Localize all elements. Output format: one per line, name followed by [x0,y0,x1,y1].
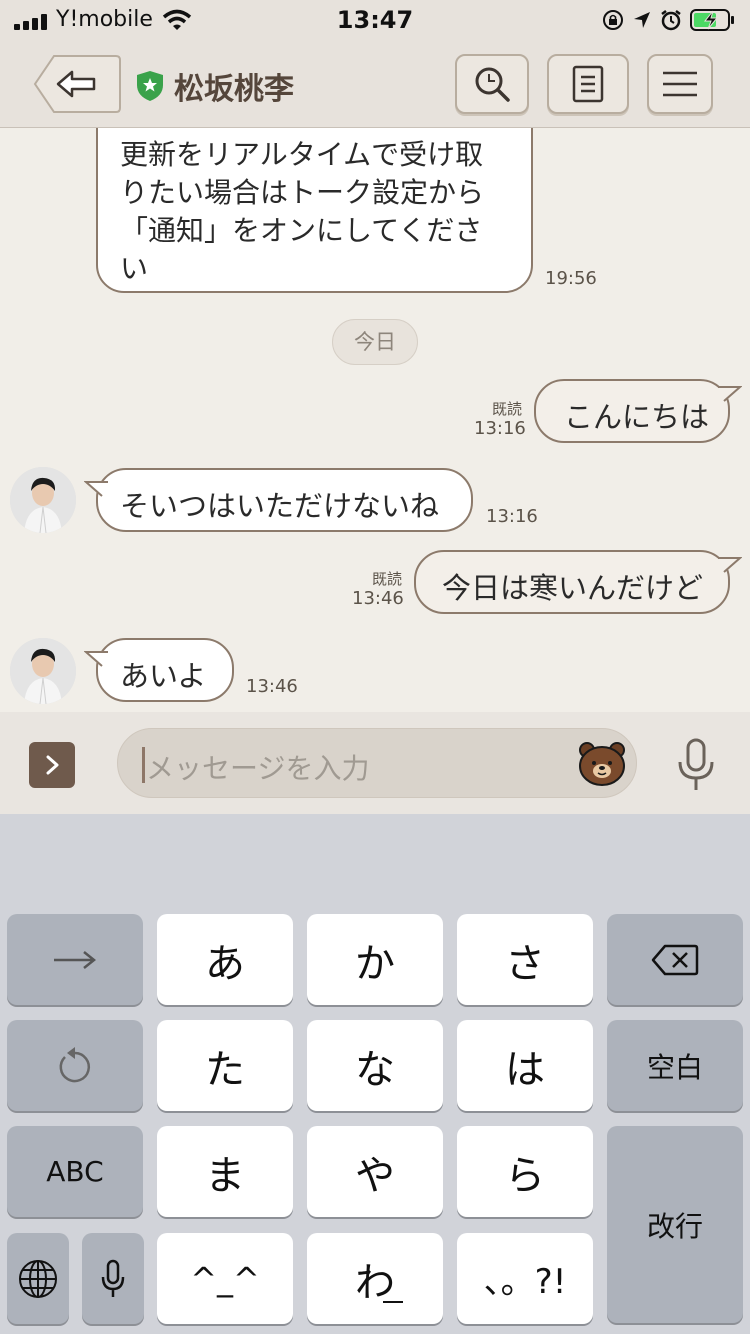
expand-button[interactable] [29,742,75,788]
message-time: 13:46 [352,588,404,609]
key-ra[interactable]: ら [457,1126,593,1217]
key-emoticon[interactable]: ^_^ [157,1233,293,1324]
date-separator: 今日 [332,319,418,365]
message-input[interactable]: メッセージを入力 [117,728,637,798]
notes-icon [572,65,604,103]
battery-charging-icon [690,9,734,31]
message-text: こんにちは [564,400,710,434]
message-bubble-sent[interactable]: こんにちは [534,379,742,443]
message-text: あいよ [120,659,207,693]
key-abc[interactable]: ABC [7,1126,143,1217]
message-bubble-received[interactable]: そいつはいただけないね [84,468,473,532]
menu-icon [663,71,697,97]
key-return[interactable]: 改行 [607,1126,743,1323]
status-bar: Y!mobile 13:47 [0,0,750,40]
chat-area[interactable]: 更新をリアルタイムで受け取 りたい場合はトーク設定から 「通知」をオンにしてくだ… [0,128,750,712]
key-space[interactable]: 空白 [607,1020,743,1111]
voice-input-mic-icon[interactable] [674,738,718,792]
orientation-lock-icon [603,10,623,30]
notes-button[interactable] [547,54,629,114]
key-ha[interactable]: は [457,1020,593,1111]
sticker-bear-icon[interactable] [578,741,626,787]
menu-button[interactable] [647,54,713,114]
message-text-line: りたい場合はトーク設定から [120,176,485,209]
key-na[interactable]: な [307,1020,443,1111]
avatar[interactable] [10,638,76,704]
message-text-line: 「通知」をオンにしてくださ [120,214,483,247]
avatar[interactable] [10,467,76,533]
search-button[interactable] [455,54,529,114]
message-time: 13:16 [474,418,526,439]
globe-icon [19,1259,57,1298]
mic-icon [101,1259,125,1297]
message-text: そいつはいただけないね [120,489,440,523]
alarm-icon [661,10,681,31]
key-undo[interactable] [7,1020,143,1111]
message-time: 19:56 [545,268,597,289]
key-dictation[interactable] [82,1233,144,1324]
key-ma[interactable]: ま [157,1126,293,1217]
backspace-icon [651,944,699,975]
message-bubble-received[interactable]: 更新をリアルタイムで受け取 りたい場合はトーク設定から 「通知」をオンにしてくだ… [96,128,533,293]
arrow-right-icon [54,950,97,969]
key-a[interactable]: あ [157,914,293,1005]
read-receipt: 既読 [371,570,402,588]
key-globe[interactable] [7,1233,69,1324]
back-button[interactable] [32,54,122,114]
chat-header: 松坂桃李 [0,40,750,128]
key-ka[interactable]: か [307,914,443,1005]
message-input-bar: メッセージを入力 [0,712,750,814]
verified-shield-icon [137,71,163,101]
message-time: 13:46 [246,676,298,697]
search-icon [475,67,510,102]
message-text-line: い [120,252,149,285]
read-receipt: 既読 [491,400,522,418]
message-bubble-sent[interactable]: 今日は寒いんだけど [414,550,742,614]
message-input-placeholder: メッセージを入力 [146,752,370,785]
key-backspace[interactable] [607,914,743,1005]
key-next-arrow[interactable] [7,914,143,1005]
keyboard: あ か さ た な は 空白 ABC ま や ら 改行 ^_^ わ 、。?! [0,814,750,1334]
chevron-right-icon [46,755,59,775]
avatar-photo [10,467,76,533]
key-ya[interactable]: や [307,1126,443,1217]
key-punctuation[interactable]: 、。?! [457,1233,593,1324]
avatar-photo [10,638,76,704]
key-ta[interactable]: た [157,1020,293,1111]
underline-mark [383,1301,403,1303]
key-sa[interactable]: さ [457,914,593,1005]
undo-icon [59,1046,91,1082]
key-wa[interactable]: わ [307,1233,443,1324]
location-arrow-icon [634,12,650,28]
message-text-line: 更新をリアルタイムで受け取 [120,138,484,171]
message-text: 今日は寒いんだけど [442,571,704,605]
contact-name: 松坂桃李 [174,72,294,107]
message-time: 13:16 [486,506,538,527]
key-wa-label: わ [355,1259,395,1306]
message-bubble-received[interactable]: あいよ [84,638,234,702]
text-caret [142,747,145,783]
